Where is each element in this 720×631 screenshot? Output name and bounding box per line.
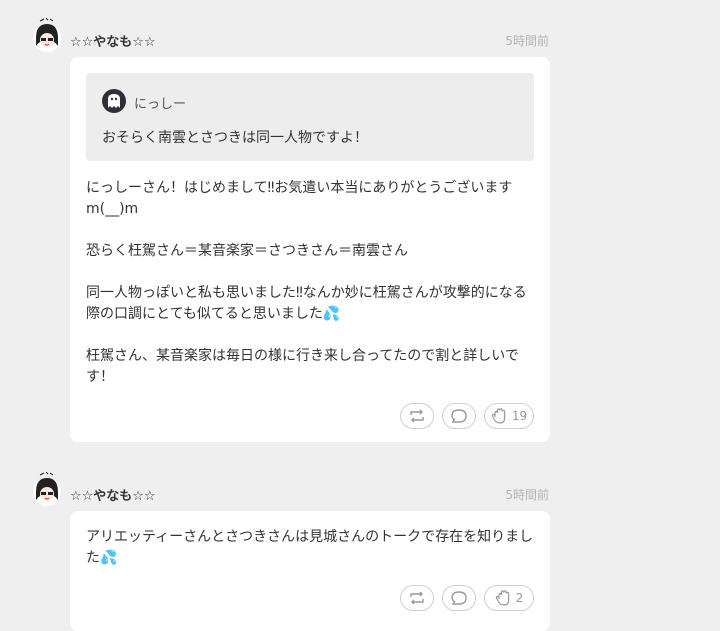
post-paragraph: アリエッティーさんとさつきさんは見城さんのトークで存在を知りました💦 <box>86 529 534 566</box>
clap-count: 2 <box>515 591 524 605</box>
post-paragraph: にっしーさん！はじめまして‼お気遣い本当にありがとうございますm(__)m <box>86 180 513 217</box>
reply-icon <box>451 591 467 605</box>
quoted-post[interactable]: にっしー おそらく南雲とさつきは同一人物ですよ！ <box>86 73 534 161</box>
reply-button[interactable] <box>442 403 476 429</box>
clap-button[interactable]: 19 <box>484 403 534 429</box>
clap-icon <box>495 590 509 606</box>
clap-count: 19 <box>511 409 528 423</box>
avatar[interactable] <box>32 17 62 52</box>
clap-icon <box>491 408 506 424</box>
ghost-avatar-icon <box>102 89 126 113</box>
avatar-illustration-icon <box>33 471 61 506</box>
post-paragraph: 恐らく枉駕さん＝某音楽家＝さつきさん＝南雲さん <box>86 243 408 259</box>
reply-icon <box>451 409 467 423</box>
post-body: にっしーさん！はじめまして‼お気遣い本当にありがとうございますm(__)m 恐ら… <box>86 178 538 388</box>
username[interactable]: ☆☆やなも☆☆ <box>70 31 156 50</box>
repost-button[interactable] <box>400 585 434 611</box>
quote-username: にっしー <box>134 97 187 112</box>
post-body: アリエッティーさんとさつきさんは見城さんのトークで存在を知りました💦 <box>86 527 538 569</box>
timestamp: 5時間前 <box>505 34 549 48</box>
post-paragraph: 同一人物っぽいと私も思いました‼なんか妙に枉駕さんが攻撃的になる際の口調にとても… <box>86 285 527 322</box>
repost-button[interactable] <box>400 403 434 429</box>
quote-avatar <box>102 89 126 113</box>
post-actions: 2 <box>400 585 534 611</box>
repost-icon <box>410 591 424 605</box>
avatar[interactable] <box>32 471 62 506</box>
post-card: アリエッティーさんとさつきさんは見城さんのトークで存在を知りました💦 2 <box>70 511 550 631</box>
post-paragraph: 枉駕さん、某音楽家は毎日の様に行き来し合ってたので割と詳しいです！ <box>86 348 519 385</box>
timestamp: 5時間前 <box>505 488 549 502</box>
repost-icon <box>410 409 424 423</box>
post-actions: 19 <box>400 403 534 429</box>
username[interactable]: ☆☆やなも☆☆ <box>70 485 156 504</box>
clap-button[interactable]: 2 <box>484 585 534 611</box>
post-card: にっしー おそらく南雲とさつきは同一人物ですよ！ にっしーさん！はじめまして‼お… <box>70 57 550 442</box>
avatar-illustration-icon <box>33 17 61 52</box>
reply-button[interactable] <box>442 585 476 611</box>
quote-text: おそらく南雲とさつきは同一人物ですよ！ <box>102 130 368 146</box>
